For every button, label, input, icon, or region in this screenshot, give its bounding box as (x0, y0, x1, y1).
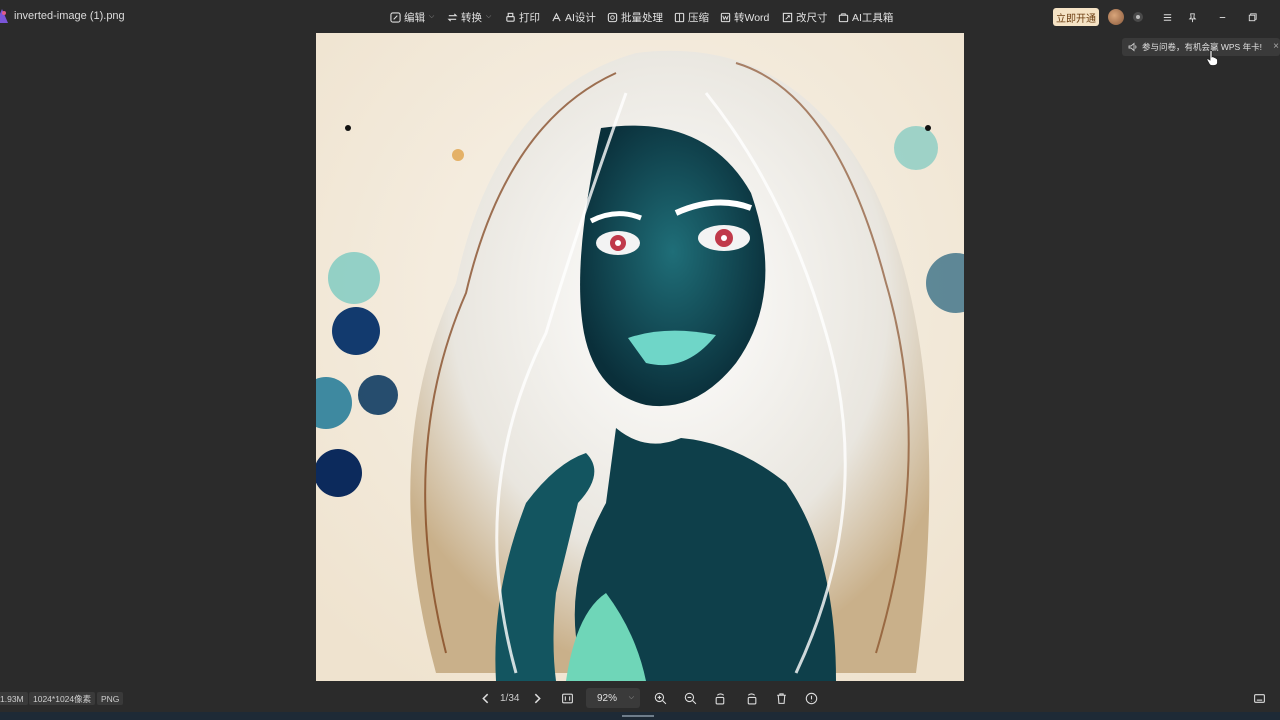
zoom-in-icon (654, 692, 666, 704)
trash-icon (776, 692, 786, 704)
title-bar: inverted-image (1).png 编辑 ⌵ 转换 ⌵ 打印 AI设计 批… (0, 0, 1280, 33)
os-taskbar (0, 712, 1280, 720)
fit-view-icon (561, 693, 573, 703)
prev-page-button[interactable] (477, 690, 493, 706)
info-icon (805, 692, 817, 704)
menu-ai-toolbox[interactable]: AI工具箱 (838, 9, 893, 25)
chevron-down-icon: ⌵ (628, 694, 634, 701)
word-icon (720, 12, 731, 22)
rotate-right-button[interactable] (743, 690, 759, 706)
menu-compress-label: 压缩 (688, 11, 709, 24)
menu-print-label: 打印 (519, 11, 540, 24)
pin-button[interactable] (1184, 9, 1200, 25)
menu-to-word-label: 转Word (734, 11, 770, 24)
taskbar-active-item (622, 715, 654, 717)
ai-design-icon (552, 12, 561, 21)
batch-icon (607, 12, 618, 22)
toolbox-icon (838, 12, 849, 22)
menu-edit[interactable]: 编辑 ⌵ (390, 9, 434, 25)
image-format: PNG (97, 692, 124, 705)
menu-edit-label: 编辑 (404, 11, 425, 24)
zoom-value: 92% (597, 692, 618, 704)
convert-icon (447, 12, 458, 22)
info-button[interactable] (803, 690, 819, 706)
zoom-select[interactable]: 92% ⌵ (586, 688, 640, 708)
speaker-icon (1128, 42, 1137, 52)
hand-cursor-icon (1206, 50, 1218, 66)
restore-button[interactable] (1244, 9, 1260, 25)
panel-icon (1253, 693, 1265, 703)
menu-button[interactable] (1159, 9, 1175, 25)
status-icon[interactable] (1133, 12, 1143, 22)
resize-icon (782, 12, 793, 22)
rotate-left-icon (715, 692, 724, 704)
menu-compress[interactable]: 压缩 (674, 9, 709, 25)
menu-convert-label: 转换 (461, 11, 482, 24)
image-viewport[interactable] (316, 33, 964, 681)
menu-batch-label: 批量处理 (621, 11, 663, 24)
hamburger-icon (1163, 13, 1171, 21)
vip-subscribe-button[interactable]: 立即开通 (1053, 8, 1099, 26)
survey-tooltip[interactable]: 参与问卷，有机会赢 WPS 年卡! × (1122, 38, 1280, 56)
file-name: inverted-image (1).png (14, 10, 125, 22)
panel-toggle-button[interactable] (1251, 690, 1267, 706)
page-indicator: 1/34 (500, 693, 520, 704)
zoom-out-icon (684, 692, 696, 704)
chevron-down-icon: ⌵ (486, 13, 492, 20)
inverted-portrait-image (316, 33, 964, 681)
menu-batch[interactable]: 批量处理 (607, 9, 663, 25)
rotate-left-button[interactable] (712, 690, 728, 706)
fit-view-button[interactable] (559, 690, 575, 706)
menu-to-word[interactable]: 转Word (720, 9, 769, 25)
pin-icon (1188, 12, 1196, 22)
print-icon (506, 12, 515, 22)
edit-icon (390, 11, 401, 23)
rotate-right-icon (747, 692, 756, 704)
status-bar: 1.93M 1024*1024像素 PNG 1/34 92% ⌵ (0, 684, 1280, 712)
menu-ai-design-label: AI设计 (565, 11, 596, 24)
minimize-icon (1219, 16, 1225, 18)
next-page-button[interactable] (529, 690, 545, 706)
menu-resize[interactable]: 改尺寸 (782, 9, 828, 25)
chevron-left-icon (481, 693, 488, 703)
chevron-down-icon: ⌵ (429, 13, 435, 20)
menu-print[interactable]: 打印 (505, 9, 540, 25)
delete-button[interactable] (773, 690, 789, 706)
menu-resize-label: 改尺寸 (796, 11, 828, 24)
close-icon[interactable]: × (1273, 41, 1279, 52)
restore-icon (1248, 12, 1257, 21)
menu-convert[interactable]: 转换 ⌵ (447, 9, 491, 25)
zoom-out-button[interactable] (682, 690, 698, 706)
file-size: 1.93M (0, 692, 28, 705)
zoom-in-button[interactable] (652, 690, 668, 706)
menu-ai-design[interactable]: AI设计 (551, 9, 596, 25)
compress-icon (674, 12, 685, 22)
tooltip-text: 参与问卷，有机会赢 WPS 年卡! (1142, 42, 1262, 52)
minimize-button[interactable] (1214, 9, 1230, 25)
image-dimensions: 1024*1024像素 (29, 692, 96, 705)
app-logo-icon (0, 9, 8, 23)
chevron-right-icon (534, 693, 541, 703)
avatar[interactable] (1108, 9, 1124, 25)
menu-ai-toolbox-label: AI工具箱 (852, 11, 894, 24)
